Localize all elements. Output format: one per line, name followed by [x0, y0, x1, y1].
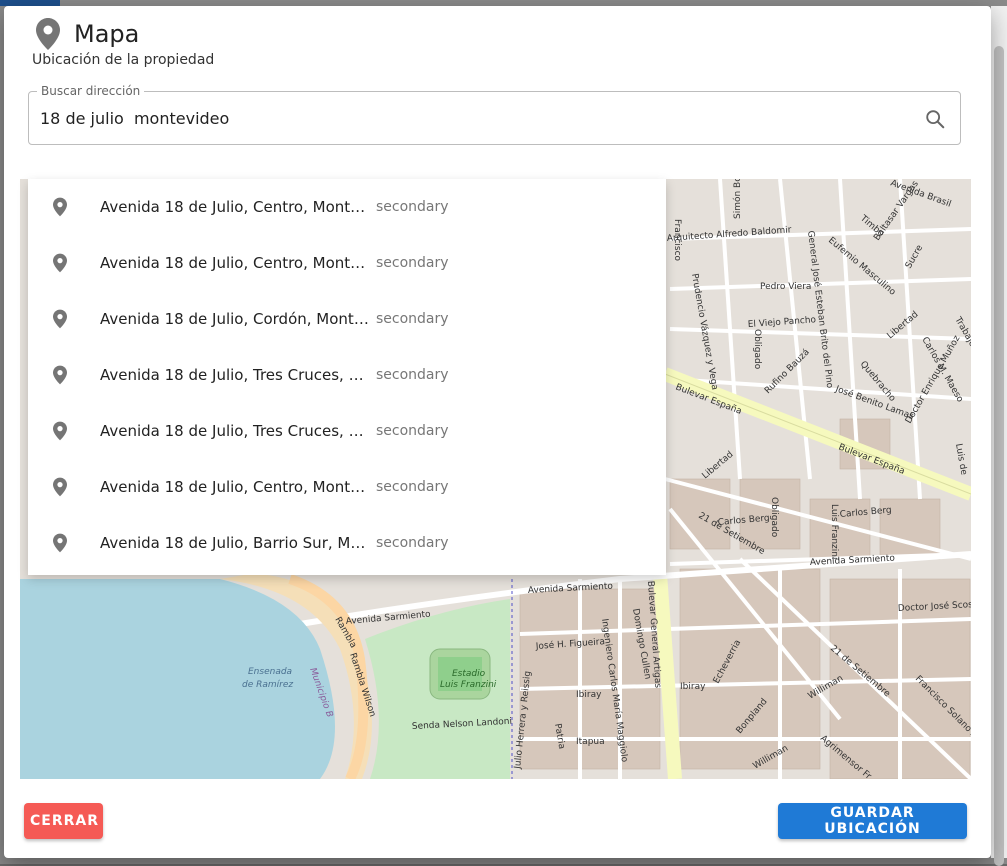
map-label: Simón Bo: [732, 179, 743, 219]
location-pin-icon: [48, 253, 72, 273]
dialog-header: Mapa: [36, 18, 139, 50]
location-pin-icon: [48, 365, 72, 385]
suggestion-secondary-text: secondary: [376, 199, 449, 215]
suggestion-secondary-text: secondary: [376, 311, 449, 327]
close-button[interactable]: CERRAR: [24, 803, 103, 839]
suggestion-secondary-text: secondary: [376, 367, 449, 383]
suggestion-option[interactable]: Avenida 18 de Julio, Centro, Montevideo …: [28, 235, 666, 291]
search-icon[interactable]: [924, 108, 946, 130]
page-scrollbar-thumb[interactable]: [994, 46, 1004, 866]
page-scrollbar[interactable]: [991, 6, 1007, 866]
suggestion-option[interactable]: Avenida 18 de Julio, Centro, Montevideo …: [28, 179, 666, 235]
suggestion-secondary-text: secondary: [376, 535, 449, 551]
address-suggestions-list: Avenida 18 de Julio, Centro, Montevideo …: [28, 179, 666, 575]
search-field-label: Buscar dirección: [37, 84, 145, 98]
map-label: Pedro Viera: [760, 282, 811, 292]
suggestion-main-text: Avenida 18 de Julio, Tres Cruces, Montev…: [100, 366, 370, 384]
map-label: Ibiray: [680, 682, 706, 692]
suggestion-main-text: Avenida 18 de Julio, Barrio Sur, Montevi…: [100, 534, 370, 552]
suggestion-option[interactable]: Avenida 18 de Julio, Barrio Sur, Montevi…: [28, 515, 666, 571]
map-label: de Ramírez: [242, 680, 293, 690]
location-pin-icon: [48, 533, 72, 553]
map-pin-icon: [36, 18, 60, 50]
suggestion-option[interactable]: Avenida 18 de Julio, Tres Cruces, Montev…: [28, 403, 666, 459]
save-location-button[interactable]: GUARDAR UBICACIÓN: [778, 803, 967, 839]
dialog-title: Mapa: [74, 20, 140, 48]
map-dialog: Mapa Ubicación de la propiedad Buscar di…: [4, 6, 991, 858]
address-search-field[interactable]: Buscar dirección 18 de julio montevideo: [28, 84, 961, 145]
suggestion-main-text: Avenida 18 de Julio, Centro, Montevideo: [100, 254, 370, 272]
suggestion-main-text: Avenida 18 de Julio, Tres Cruces, Montev…: [100, 422, 370, 440]
map-label: Luis Franzini: [440, 680, 497, 690]
map-label: Francisco: [672, 219, 682, 262]
map-label: Luis Franzini: [829, 504, 839, 559]
map-label: Estadio: [452, 669, 486, 679]
map-label: Obligado: [752, 329, 762, 370]
suggestion-secondary-text: secondary: [376, 255, 449, 271]
suggestion-option[interactable]: Avenida 18 de Julio, Centro, Montevideo …: [28, 459, 666, 515]
search-input[interactable]: 18 de julio montevideo: [40, 109, 229, 128]
suggestion-option[interactable]: Avenida 18 de Julio, Cordón, Montevideo …: [28, 291, 666, 347]
suggestion-secondary-text: secondary: [376, 423, 449, 439]
location-pin-icon: [48, 421, 72, 441]
map-label: Ibiray: [576, 690, 602, 700]
location-pin-icon: [48, 197, 72, 217]
suggestion-secondary-text: secondary: [376, 479, 449, 495]
suggestion-main-text: Avenida 18 de Julio, Centro, Montevideo: [100, 478, 370, 496]
suggestion-main-text: Avenida 18 de Julio, Cordón, Montevideo: [100, 310, 370, 328]
suggestion-main-text: Avenida 18 de Julio, Centro, Montevideo: [100, 198, 370, 216]
suggestion-option[interactable]: Avenida 18 de Julio, Tres Cruces, Montev…: [28, 347, 666, 403]
map-label: Itapua: [576, 737, 605, 747]
map-label: Ensenada: [248, 667, 292, 677]
location-pin-icon: [48, 477, 72, 497]
dialog-subtitle: Ubicación de la propiedad: [32, 52, 215, 68]
location-pin-icon: [48, 309, 72, 329]
map-label: Obligado: [769, 497, 779, 538]
